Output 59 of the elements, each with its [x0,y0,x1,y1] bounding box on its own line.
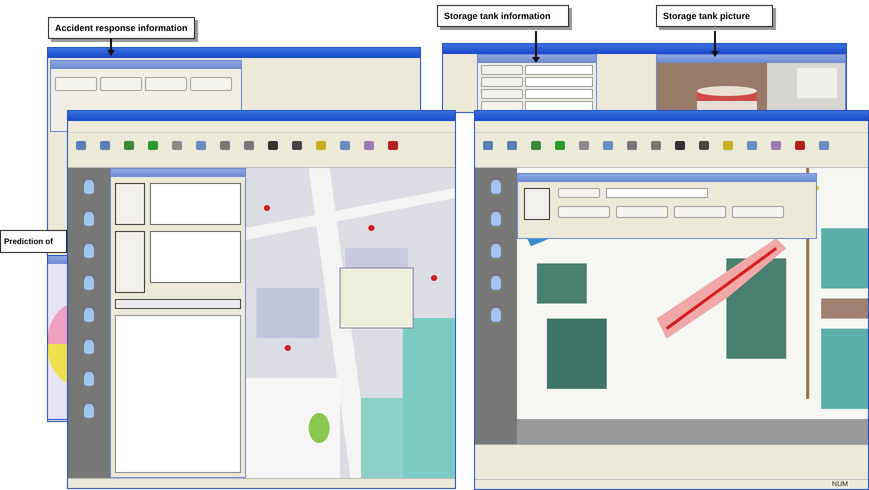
dialog-button[interactable] [100,77,142,91]
toolbar-icon [172,141,182,150]
callout-label: Accident response information [48,17,195,39]
panel [115,183,145,225]
toolbar-icon [340,141,350,150]
toolbar-icon [555,141,565,150]
field-label-button[interactable] [481,65,523,75]
time-button[interactable] [558,188,600,198]
callout-arrow [532,31,540,63]
toolbar-icon [795,141,805,150]
toolbar-icon [507,141,517,150]
toolbar-icon [220,141,230,150]
dialog-button[interactable] [190,77,232,91]
field-label-button[interactable] [481,101,523,111]
toolbar-icon [723,141,733,150]
callout-label: Prediction of [0,230,67,253]
toolbar-icon [292,141,302,150]
callout-arrow [711,31,719,57]
input-field[interactable] [525,101,593,111]
toolbar-icon [603,141,613,150]
toolbar-icon [244,141,254,150]
callout-arrow [107,38,115,56]
toolbar-icon [699,141,709,150]
toolbar-icon [388,141,398,150]
input-field[interactable] [525,77,593,87]
input-field[interactable] [525,65,593,75]
toolbar-icon [579,141,589,150]
toolbar-icon [531,141,541,150]
toolbar-icon [196,141,206,150]
toolbar-icon [268,141,278,150]
toolbar-icon [675,141,685,150]
toolbar-icon [364,141,374,150]
input-field[interactable] [525,89,593,99]
list-box[interactable] [150,231,241,283]
toolbar-icon [627,141,637,150]
callout-label: Storage tank information [437,5,569,27]
panel [115,231,145,293]
toolbar-icon [100,141,110,150]
list-box[interactable] [150,183,241,225]
toolbar-icon [651,141,661,150]
date-dropdown[interactable] [606,188,708,198]
toolbar-icon [819,141,829,150]
callout-label: Storage tank picture [656,5,773,27]
toolbar-icon [747,141,757,150]
toolbar-icon [316,141,326,150]
dialog-button[interactable] [55,77,97,91]
control-button[interactable] [616,206,668,218]
control-button[interactable] [558,206,610,218]
toolbar-icon [124,141,134,150]
toolbar-icon [76,141,86,150]
field-label-button[interactable] [481,89,523,99]
control-button[interactable] [674,206,726,218]
toolbar-icon [148,141,158,150]
field-label-button[interactable] [481,77,523,87]
toolbar-icon [771,141,781,150]
toolbar-icon [483,141,493,150]
control-button[interactable] [732,206,784,218]
panel [524,188,550,220]
dialog-button[interactable] [145,77,187,91]
